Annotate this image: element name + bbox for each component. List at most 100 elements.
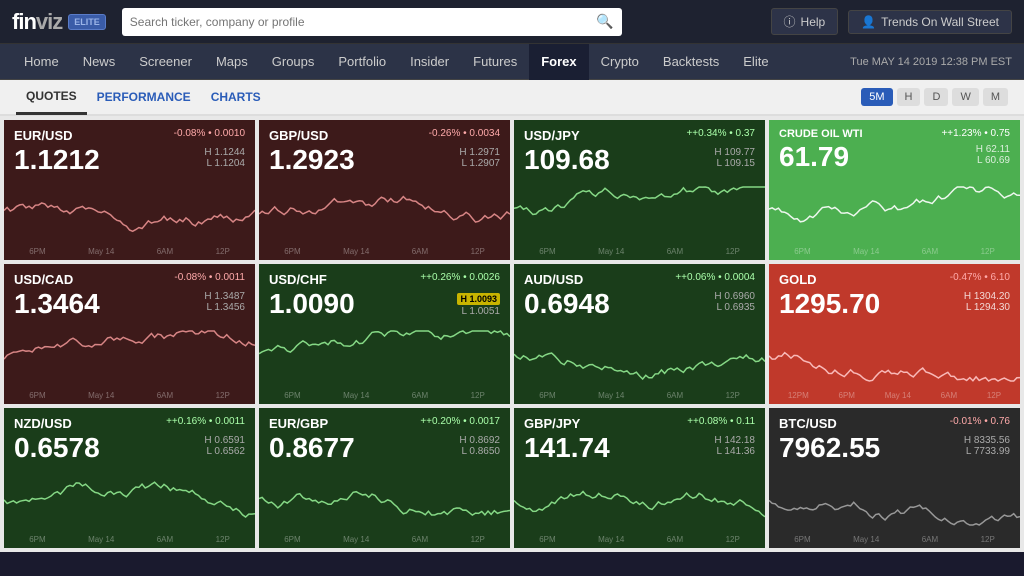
- chart-svg: [259, 326, 510, 386]
- nav-forex[interactable]: Forex: [529, 44, 588, 80]
- time-label: 6AM: [157, 247, 173, 256]
- tile-eur-gbp[interactable]: EUR/GBP ++0.20% • 0.0017 0.8677 H 0.8692…: [259, 408, 510, 548]
- nav-screener[interactable]: Screener: [127, 44, 204, 80]
- time-label: 12P: [726, 391, 740, 400]
- time-label: 6PM: [794, 247, 810, 256]
- chart-svg: [259, 470, 510, 530]
- nav-backtests[interactable]: Backtests: [651, 44, 731, 80]
- tile-time-labels: 6PM May 14 6AM 12P: [514, 535, 765, 544]
- tile-low: L 0.6935: [714, 302, 755, 313]
- time-label: May 14: [598, 535, 624, 544]
- chart-container: [769, 182, 1020, 242]
- tile-price: 7962.55: [779, 433, 880, 464]
- tile-gbp-jpy[interactable]: GBP/JPY ++0.08% • 0.11 141.74 H 142.18 L…: [514, 408, 765, 548]
- tile-symbol: USD/CAD: [14, 272, 73, 287]
- time-label: 12P: [726, 535, 740, 544]
- chart-svg: [514, 182, 765, 242]
- chart-svg: [769, 470, 1020, 530]
- time-label: 6PM: [839, 391, 855, 400]
- time-label: 12P: [216, 247, 230, 256]
- tile-header: GBP/USD -0.26% • 0.0034: [269, 128, 500, 143]
- time-label: 6AM: [412, 247, 428, 256]
- time-btn-d[interactable]: D: [924, 88, 948, 106]
- time-label: May 14: [885, 391, 911, 400]
- help-button[interactable]: ⓘ Help: [771, 8, 839, 35]
- nav-datetime: Tue MAY 14 2019 12:38 PM EST: [850, 56, 1012, 68]
- tile-header: CRUDE OIL WTI ++1.23% • 0.75: [779, 128, 1010, 140]
- nav-portfolio[interactable]: Portfolio: [326, 44, 398, 80]
- time-label: 12P: [981, 247, 995, 256]
- chart-svg: [514, 470, 765, 530]
- search-icon[interactable]: 🔍: [596, 13, 613, 30]
- tile-time-labels: 6PMMay 146AM12P: [514, 247, 765, 256]
- nav-home[interactable]: Home: [12, 44, 71, 80]
- tile-low: L 1.2907: [459, 158, 500, 169]
- elite-badge: ELITE: [68, 14, 106, 30]
- time-btn-w[interactable]: W: [952, 88, 978, 106]
- tile-change: -0.01% • 0.76: [950, 416, 1010, 427]
- tile-symbol: CRUDE OIL WTI: [779, 128, 863, 140]
- tile-high: H 8335.56: [964, 435, 1010, 446]
- tile-usd-cad[interactable]: USD/CAD -0.08% • 0.0011 1.3464 H 1.3487 …: [4, 264, 255, 404]
- tile-gold[interactable]: GOLD -0.47% • 6.10 1295.70 H 1304.20 L 1…: [769, 264, 1020, 404]
- trends-button[interactable]: 👤 Trends On Wall Street: [848, 10, 1012, 34]
- tile-low: L 0.6562: [204, 446, 245, 457]
- time-label: 6AM: [157, 391, 173, 400]
- tile-change: ++0.06% • 0.0004: [675, 272, 755, 283]
- time-label: 6AM: [412, 535, 428, 544]
- search-input[interactable]: [130, 15, 597, 29]
- nav-news[interactable]: News: [71, 44, 128, 80]
- main-grid: EUR/USD -0.08% • 0.0010 1.1212 H 1.1244 …: [0, 116, 1024, 552]
- time-label: 6PM: [539, 391, 555, 400]
- tab-quotes[interactable]: QUOTES: [16, 79, 87, 115]
- time-label: May 14: [853, 247, 879, 256]
- tile-high: H 0.6960: [714, 291, 755, 302]
- chart-container: [259, 470, 510, 530]
- tile-symbol: NZD/USD: [14, 416, 72, 431]
- chart-svg: [259, 182, 510, 242]
- user-icon: 👤: [861, 15, 876, 29]
- tile-btc-usd[interactable]: BTC/USD -0.01% • 0.76 7962.55 H 8335.56 …: [769, 408, 1020, 548]
- tile-change: -0.08% • 0.0011: [174, 272, 245, 283]
- tile-high: H 0.6591: [204, 435, 245, 446]
- time-btn-m[interactable]: M: [983, 88, 1008, 106]
- time-label: May 14: [343, 247, 369, 256]
- tile-eur-usd[interactable]: EUR/USD -0.08% • 0.0010 1.1212 H 1.1244 …: [4, 120, 255, 260]
- tile-low: L 141.36: [714, 446, 755, 457]
- tile-usd-jpy[interactable]: USD/JPY ++0.34% • 0.37 109.68 H 109.77 L…: [514, 120, 765, 260]
- tile-header: BTC/USD -0.01% • 0.76: [779, 416, 1010, 431]
- nav-groups[interactable]: Groups: [260, 44, 327, 80]
- tile-low: L 7733.99: [964, 446, 1010, 457]
- chart-container: [514, 326, 765, 386]
- tile-aud-usd[interactable]: AUD/USD ++0.06% • 0.0004 0.6948 H 0.6960…: [514, 264, 765, 404]
- trends-label: Trends On Wall Street: [881, 15, 999, 29]
- nav-crypto[interactable]: Crypto: [589, 44, 651, 80]
- tab-performance[interactable]: PERFORMANCE: [87, 79, 201, 115]
- chart-svg: [4, 182, 255, 242]
- tile-usd-chf[interactable]: USD/CHF ++0.26% • 0.0026 1.0090 H 1.0093…: [259, 264, 510, 404]
- tile-crude oil wti[interactable]: CRUDE OIL WTI ++1.23% • 0.75 61.79 H 62.…: [769, 120, 1020, 260]
- time-btn-h[interactable]: H: [897, 88, 921, 106]
- tile-high: H 0.8692: [459, 435, 500, 446]
- tabs-bar: QUOTES PERFORMANCE CHARTS 5M H D W M: [0, 80, 1024, 116]
- nav-elite[interactable]: Elite: [731, 44, 780, 80]
- time-label: 6PM: [539, 535, 555, 544]
- nav: Home News Screener Maps Groups Portfolio…: [0, 44, 1024, 80]
- chart-svg: [769, 326, 1020, 386]
- logo-text: finviz: [12, 9, 62, 35]
- nav-futures[interactable]: Futures: [461, 44, 529, 80]
- time-label: 12P: [216, 391, 230, 400]
- tab-charts[interactable]: CHARTS: [201, 79, 271, 115]
- tile-price: 1.0090: [269, 289, 355, 320]
- search-bar[interactable]: 🔍: [122, 8, 622, 36]
- time-label: 6AM: [667, 535, 683, 544]
- time-label: 12P: [216, 535, 230, 544]
- time-label: May 14: [598, 391, 624, 400]
- nav-insider[interactable]: Insider: [398, 44, 461, 80]
- tile-nzd-usd[interactable]: NZD/USD ++0.16% • 0.0011 0.6578 H 0.6591…: [4, 408, 255, 548]
- nav-maps[interactable]: Maps: [204, 44, 260, 80]
- tile-change: ++1.23% • 0.75: [941, 128, 1010, 139]
- tile-gbp-usd[interactable]: GBP/USD -0.26% • 0.0034 1.2923 H 1.2971 …: [259, 120, 510, 260]
- time-btn-5m[interactable]: 5M: [861, 88, 892, 106]
- tile-header: EUR/GBP ++0.20% • 0.0017: [269, 416, 500, 431]
